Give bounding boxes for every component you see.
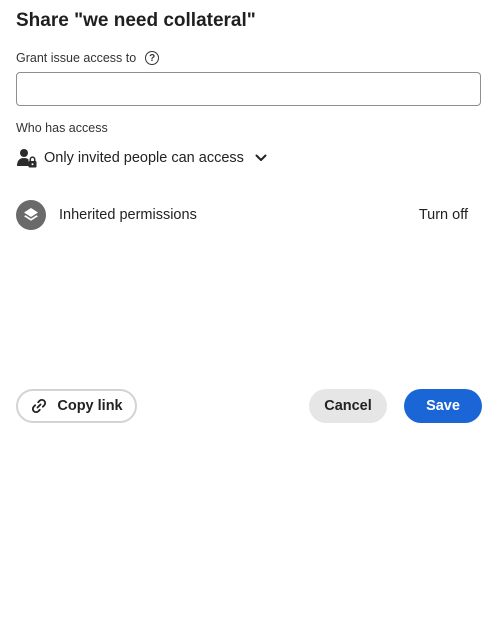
grant-access-label-row: Grant issue access to ? <box>16 51 160 65</box>
copy-link-button[interactable]: Copy link <box>16 389 137 423</box>
question-circle-icon[interactable]: ? <box>145 51 160 65</box>
layers-icon <box>16 200 46 230</box>
grant-access-input[interactable] <box>16 72 481 106</box>
copy-link-label: Copy link <box>57 398 123 414</box>
chevron-down-icon <box>254 151 268 165</box>
share-dialog: Share "we need collateral" Grant issue a… <box>0 0 500 622</box>
user-lock-icon <box>16 147 38 169</box>
link-icon <box>30 397 48 415</box>
cancel-button[interactable]: Cancel <box>309 389 387 423</box>
who-has-access-label: Who has access <box>16 121 108 135</box>
inherited-permissions-label: Inherited permissions <box>59 207 197 223</box>
save-button[interactable]: Save <box>404 389 482 423</box>
access-level-value: Only invited people can access <box>44 150 244 166</box>
turn-off-button[interactable]: Turn off <box>419 207 468 223</box>
inherited-permissions-row: Inherited permissions Turn off <box>16 199 481 231</box>
dialog-title: Share "we need collateral" <box>16 10 256 31</box>
access-level-dropdown[interactable]: Only invited people can access <box>16 147 268 169</box>
grant-access-label: Grant issue access to <box>16 51 137 65</box>
